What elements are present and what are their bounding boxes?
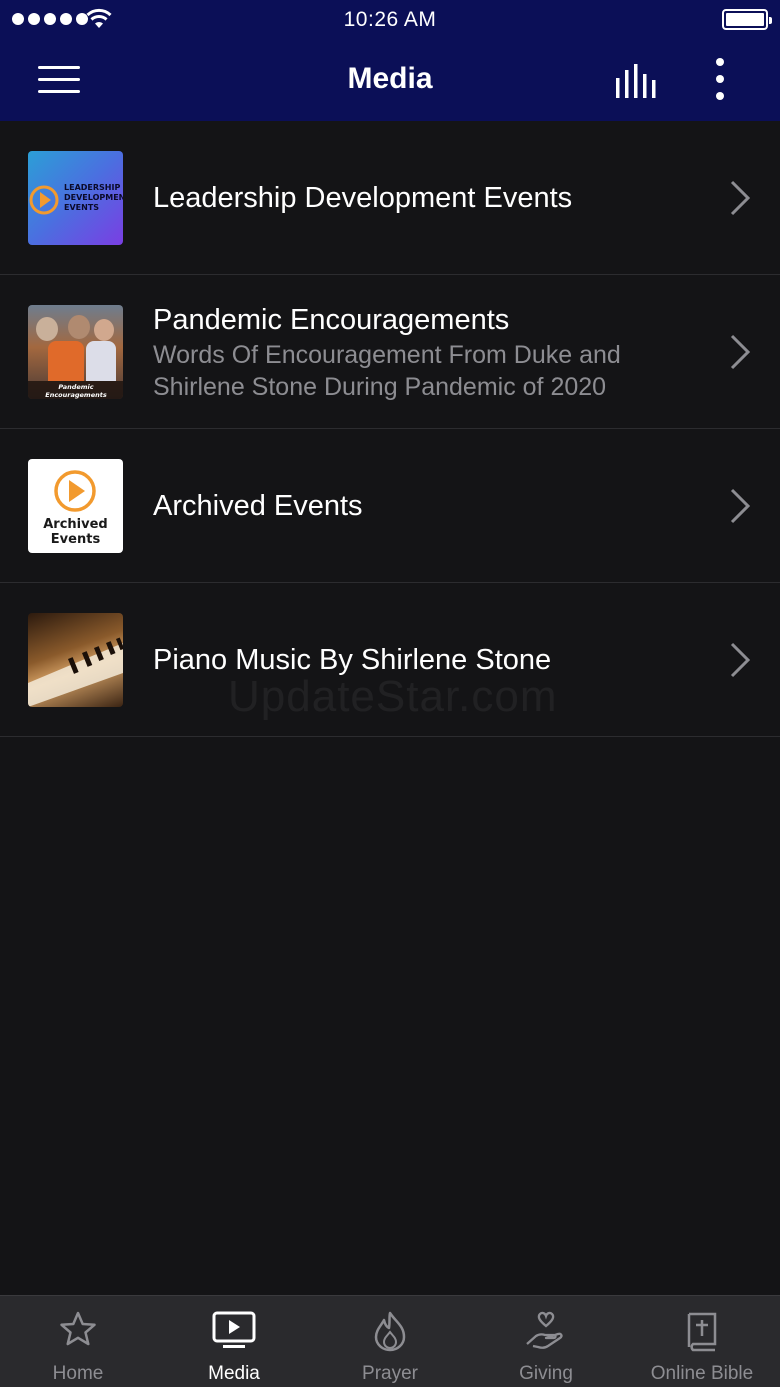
status-time: 10:26 AM	[343, 8, 437, 31]
item-title: Piano Music By Shirlene Stone	[153, 644, 552, 676]
piano-thumbnail	[28, 613, 123, 707]
leadership-thumb-text: LEADERSHIP DEVELOPMENT EVENTS	[64, 183, 123, 212]
archived-thumb-text: Archived Events	[43, 517, 108, 547]
page-title: Media	[347, 62, 433, 95]
tab-home[interactable]: Home	[0, 1296, 156, 1387]
list-item-piano-music[interactable]: Piano Music By Shirlene Stone	[0, 583, 780, 737]
play-circle-icon	[54, 470, 96, 512]
bible-icon	[687, 1312, 717, 1352]
item-title: Pandemic Encouragements	[153, 304, 510, 336]
tab-media[interactable]: Media	[156, 1296, 312, 1387]
media-list: LEADERSHIP DEVELOPMENT EVENTS Leadership…	[0, 121, 780, 737]
more-options-icon[interactable]	[704, 58, 736, 102]
star-icon	[60, 1311, 96, 1346]
tab-online-bible[interactable]: Online Bible	[624, 1296, 780, 1387]
flame-icon	[374, 1311, 406, 1352]
battery-icon	[722, 9, 772, 30]
archived-thumbnail: Archived Events	[28, 459, 123, 553]
list-item-leadership-events[interactable]: LEADERSHIP DEVELOPMENT EVENTS Leadership…	[0, 121, 780, 275]
chevron-right-icon	[730, 642, 751, 678]
item-title: Leadership Development Events	[153, 182, 573, 214]
item-title: Archived Events	[153, 490, 363, 522]
chevron-right-icon	[730, 180, 751, 216]
tab-label: Giving	[519, 1363, 573, 1384]
pandemic-thumbnail: Pandemic Encouragements	[28, 305, 123, 399]
leadership-thumbnail: LEADERSHIP DEVELOPMENT EVENTS	[28, 151, 123, 245]
tab-label: Media	[208, 1363, 260, 1384]
piano-keys-image	[28, 637, 123, 707]
status-bar: 10:26 AM	[0, 0, 780, 40]
tab-label: Prayer	[362, 1363, 418, 1384]
chevron-right-icon	[730, 488, 751, 524]
tab-label: Home	[52, 1363, 104, 1384]
hand-heart-icon	[526, 1311, 563, 1349]
tab-label: Online Bible	[650, 1363, 754, 1384]
tv-play-icon	[212, 1311, 256, 1348]
menu-icon[interactable]	[38, 66, 82, 96]
item-subtitle: Words Of Encouragement From Duke and Shi…	[153, 341, 621, 401]
app-header: Media	[0, 40, 780, 121]
audio-bars-icon[interactable]	[614, 64, 662, 100]
bottom-tab-bar: Home Media Prayer Giving Online Bible	[0, 1295, 780, 1387]
tab-giving[interactable]: Giving	[468, 1296, 624, 1387]
list-item-pandemic-encouragements[interactable]: Pandemic Encouragements Pandemic Encoura…	[0, 275, 780, 429]
tab-prayer[interactable]: Prayer	[312, 1296, 468, 1387]
pandemic-thumb-text: Pandemic Encouragements	[45, 383, 107, 399]
top-bar: 10:26 AM Media	[0, 0, 780, 121]
chevron-right-icon	[730, 334, 751, 370]
list-item-archived-events[interactable]: Archived Events Archived Events	[0, 429, 780, 583]
